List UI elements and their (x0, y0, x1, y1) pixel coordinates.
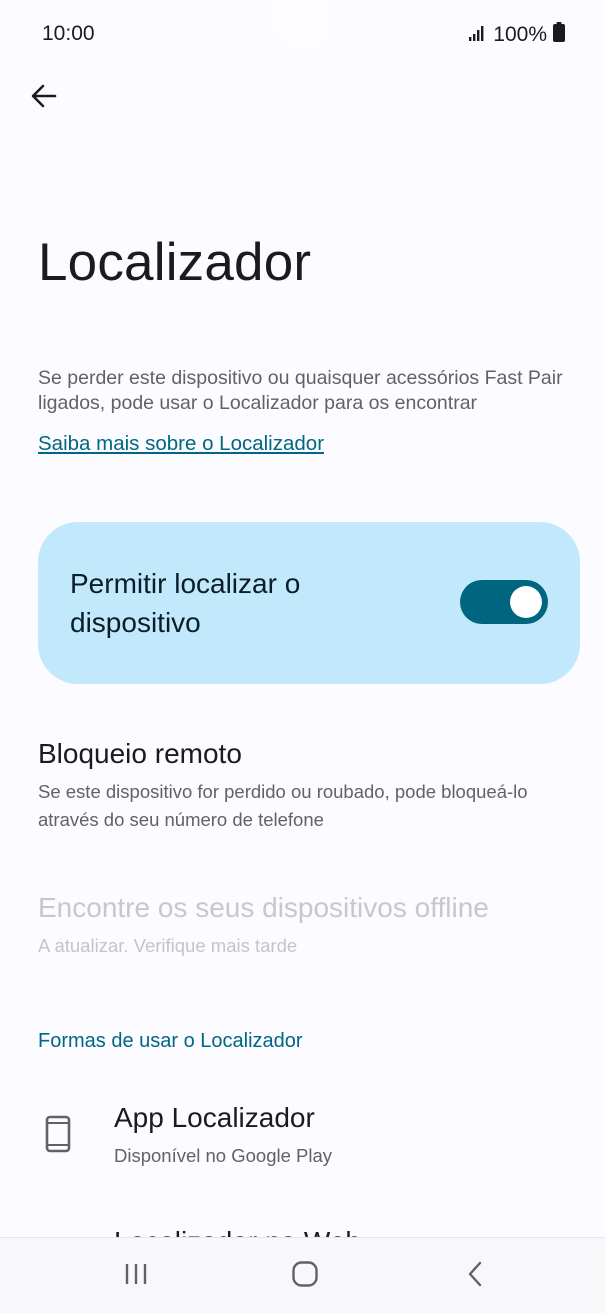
arrow-back-icon (30, 82, 58, 115)
home-icon (291, 1260, 319, 1293)
allow-find-device-switch[interactable] (460, 580, 548, 624)
phone-icon (44, 1114, 72, 1154)
battery-percent: 100% (493, 23, 547, 46)
back-button[interactable] (22, 76, 66, 120)
home-button[interactable] (283, 1258, 327, 1294)
back-nav-icon (465, 1260, 485, 1293)
list-item-finder-app[interactable]: App Localizador Disponível no Google Pla… (0, 1096, 605, 1186)
toggle-card-label: Permitir localizar o dispositivo (70, 568, 301, 638)
learn-more-link[interactable]: Saiba mais sobre o Localizador (38, 432, 324, 456)
description-text: Se perder este dispositivo ou quaisquer … (38, 367, 563, 414)
setting-subtitle: A atualizar. Verifique mais tarde (38, 935, 298, 956)
setting-title: Bloqueio remoto (38, 738, 242, 769)
allow-find-device-toggle-card[interactable]: Permitir localizar o dispositivo (38, 522, 580, 684)
list-item-finder-web[interactable]: Localizador na Web (114, 1222, 361, 1238)
status-time: 10:00 (42, 22, 95, 45)
setting-title: Encontre os seus dispositivos offline (38, 892, 489, 923)
navigation-bar (0, 1237, 605, 1313)
recent-apps-button[interactable] (114, 1258, 158, 1294)
section-header-ways: Formas de usar o Localizador (38, 1030, 303, 1052)
back-nav-button[interactable] (453, 1258, 497, 1294)
list-item-subtitle: Disponível no Google Play (114, 1145, 333, 1166)
status-indicators: 100% (469, 22, 565, 48)
recent-apps-icon (122, 1262, 150, 1291)
list-item-title: App Localizador (114, 1102, 315, 1133)
setting-subtitle: Se este dispositivo for perdido ou rouba… (38, 781, 528, 830)
setting-offline-devices: Encontre os seus dispositivos offline A … (38, 892, 578, 960)
switch-thumb (510, 586, 542, 618)
status-bar: 10:00 100% (0, 0, 605, 70)
signal-icon (469, 23, 487, 47)
battery-icon (553, 22, 565, 48)
page-title: Localizador (38, 233, 312, 292)
camera-cutout (270, 0, 334, 52)
setting-remote-lock[interactable]: Bloqueio remoto Se este dispositivo for … (38, 738, 578, 834)
